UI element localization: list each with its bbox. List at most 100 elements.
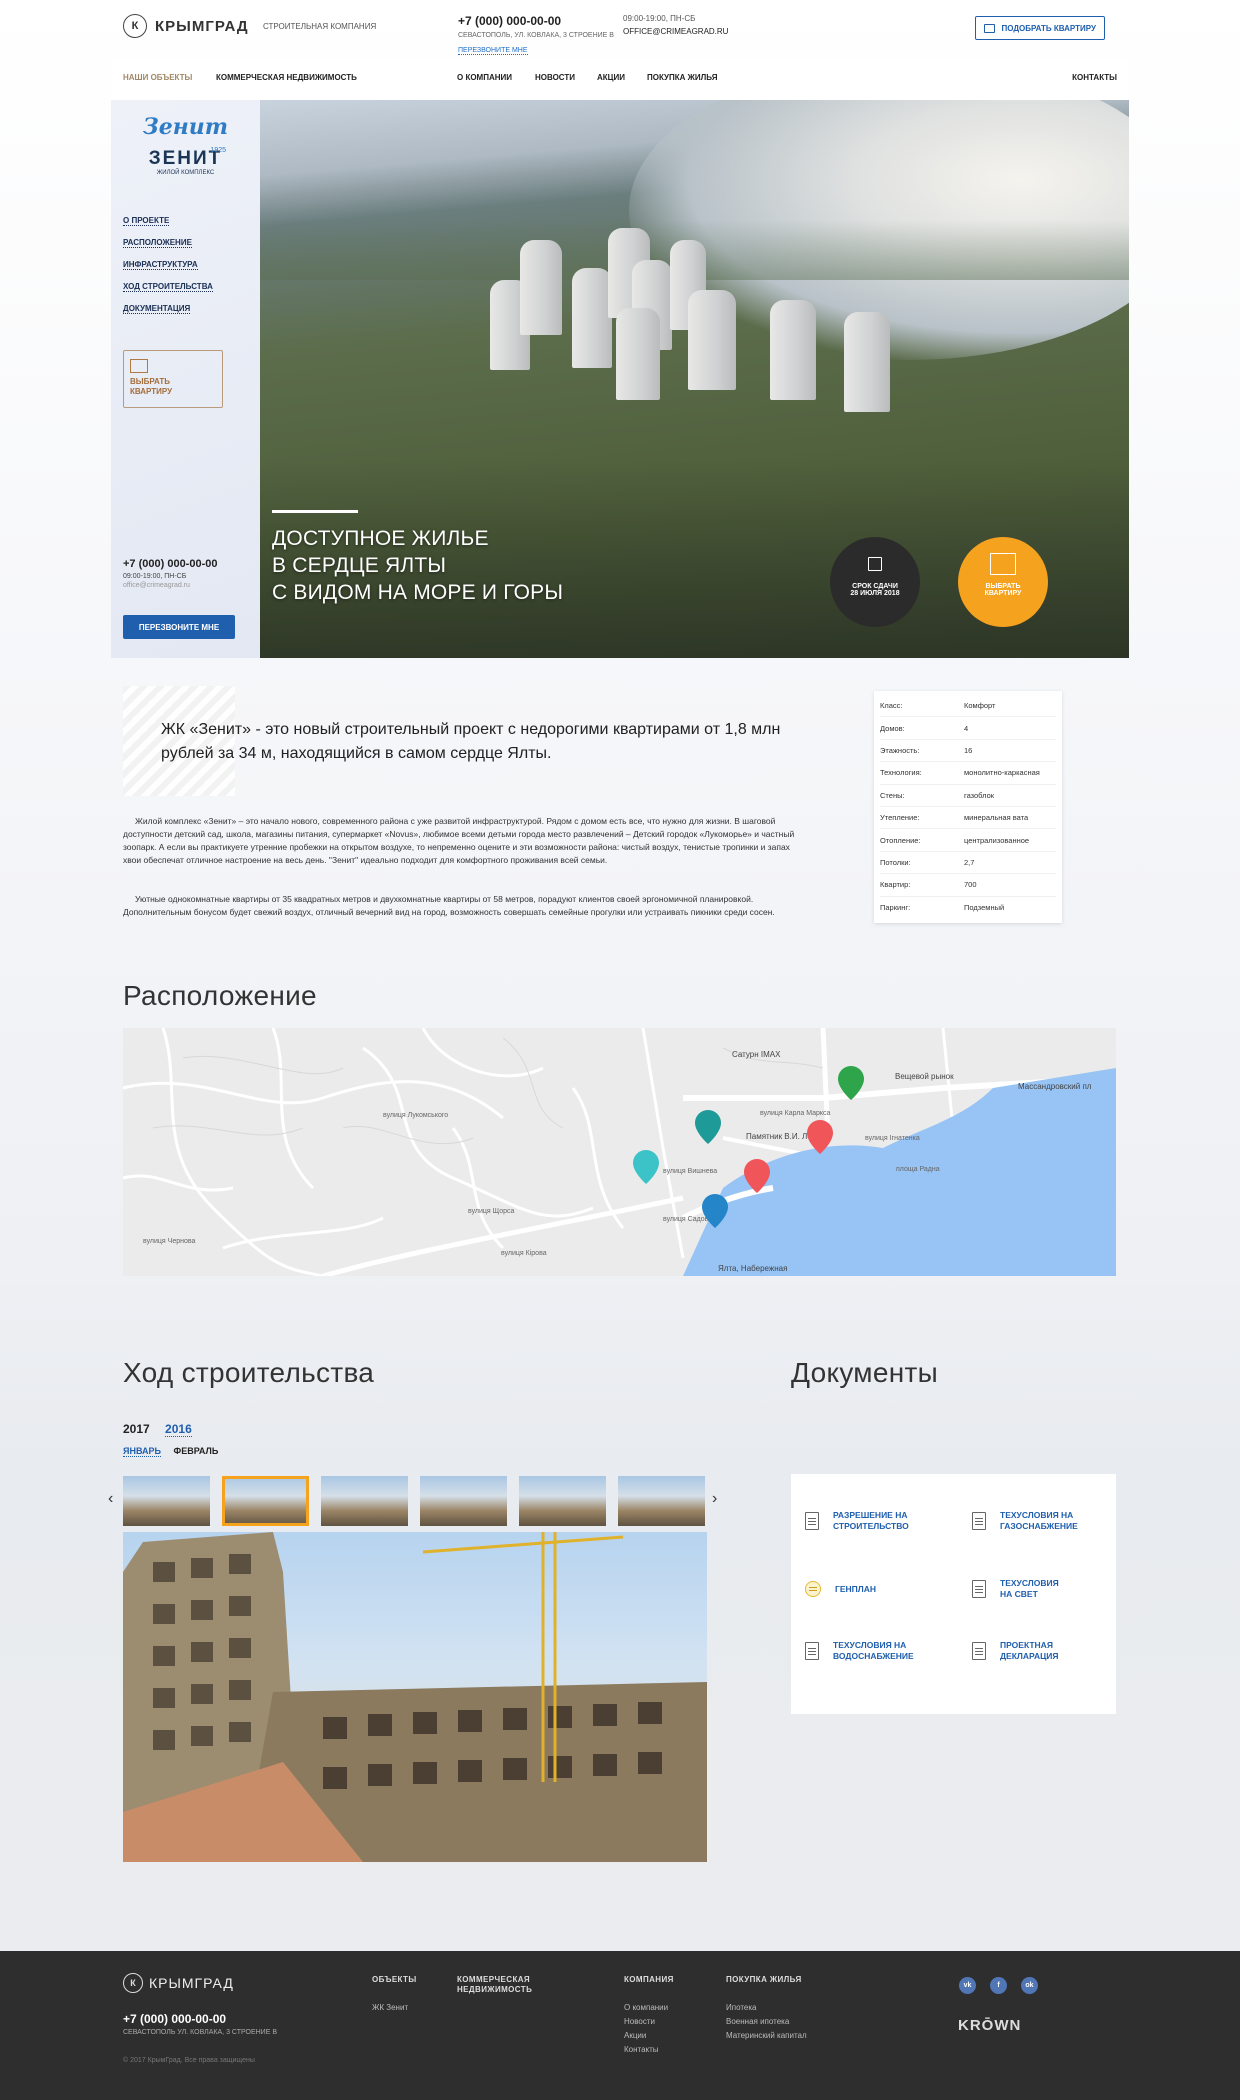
company-logo[interactable]: К КРЫМГРАД bbox=[123, 14, 249, 38]
side-email[interactable]: office@crimeagrad.ru bbox=[123, 582, 217, 589]
footer-col-heading[interactable]: КОМПАНИЯ bbox=[624, 1975, 674, 1985]
document-link-declaration[interactable]: ПРОЕКТНАЯ ДЕКЛАРАЦИЯ bbox=[972, 1640, 1059, 1662]
hero-choose-apartment-button[interactable]: ВЫБРАТЬ КВАРТИРУ bbox=[958, 537, 1048, 627]
header-phone[interactable]: +7 (000) 000-00-00 bbox=[458, 14, 614, 28]
nav-buy[interactable]: ПОКУПКА ЖИЛЬЯ bbox=[647, 73, 717, 82]
construction-thumbnail[interactable] bbox=[519, 1476, 606, 1526]
location-title: Расположение bbox=[123, 980, 317, 1011]
construction-title: Ход строительства bbox=[123, 1357, 375, 1388]
project-menu-documents[interactable]: ДОКУМЕНТАЦИЯ bbox=[123, 304, 191, 314]
nav-our-objects[interactable]: НАШИ ОБЪЕКТЫ bbox=[123, 73, 192, 82]
building-render bbox=[572, 268, 612, 368]
project-menu-construction[interactable]: ХОД СТРОИТЕЛЬСТВА bbox=[123, 282, 213, 292]
construction-thumbnail[interactable] bbox=[321, 1476, 408, 1526]
logo-emblem-icon: К bbox=[123, 1973, 143, 1993]
year-tab-2016[interactable]: 2016 bbox=[165, 1422, 192, 1437]
header-email[interactable]: OFFICE@CRIMEAGRAD.RU bbox=[623, 27, 728, 36]
document-label: ВОДОСНАБЖЕНИЕ bbox=[833, 1651, 914, 1661]
callback-link[interactable]: ПЕРЕЗВОНИТЕ МНЕ bbox=[458, 47, 528, 55]
top-header: К КРЫМГРАД СТРОИТЕЛЬНАЯ КОМПАНИЯ +7 (000… bbox=[123, 14, 1117, 56]
project-menu-infrastructure[interactable]: ИНФРАСТРУКТУРА bbox=[123, 260, 198, 270]
spec-value: монолитно-каркасная bbox=[964, 768, 1040, 778]
nav-news[interactable]: НОВОСТИ bbox=[535, 73, 575, 82]
document-link-permit[interactable]: РАЗРЕШЕНИЕ НА СТРОИТЕЛЬСТВО bbox=[805, 1510, 909, 1532]
document-link-water[interactable]: ТЕХУСЛОВИЯ НА ВОДОСНАБЖЕНИЕ bbox=[805, 1640, 914, 1662]
side-choose-apartment-button[interactable]: ВЫБРАТЬ КВАРТИРУ bbox=[123, 350, 223, 408]
hero-headline-bar bbox=[272, 510, 358, 513]
footer-link[interactable]: ЖК Зенит bbox=[372, 2003, 417, 2012]
facebook-icon[interactable]: f bbox=[990, 1977, 1007, 1994]
project-menu: О ПРОЕКТЕ РАСПОЛОЖЕНИЕ ИНФРАСТРУКТУРА ХО… bbox=[123, 216, 213, 326]
map-pin-red-icon[interactable] bbox=[807, 1120, 833, 1154]
vk-icon[interactable]: vk bbox=[959, 1977, 976, 1994]
footer-col-heading[interactable]: КОММЕРЧЕСКАЯ bbox=[457, 1975, 532, 1985]
map-pin-red-icon[interactable] bbox=[744, 1159, 770, 1193]
side-phone[interactable]: +7 (000) 000-00-00 bbox=[123, 558, 217, 570]
year-tab-2017[interactable]: 2017 bbox=[123, 1422, 150, 1436]
spec-value: 4 bbox=[964, 723, 969, 733]
construction-thumbnail[interactable] bbox=[618, 1476, 705, 1526]
spec-key: Домов: bbox=[880, 723, 905, 733]
nav-contacts[interactable]: КОНТАКТЫ bbox=[1072, 73, 1117, 82]
nav-actions[interactable]: АКЦИИ bbox=[597, 73, 625, 82]
map-pin-cyan-icon[interactable] bbox=[633, 1150, 659, 1184]
footer-link[interactable]: Ипотека bbox=[726, 2003, 807, 2012]
document-label: ПРОЕКТНАЯ bbox=[1000, 1640, 1053, 1650]
footer-logo[interactable]: К КРЫМГРАД bbox=[123, 1973, 234, 1993]
map-label: Памятник В.И. Ле bbox=[746, 1132, 812, 1141]
hero-headline: ДОСТУПНОЕ ЖИЛЬЕ В СЕРДЦЕ ЯЛТЫ С ВИДОМ НА… bbox=[272, 510, 563, 606]
document-icon bbox=[972, 1512, 986, 1530]
month-tab-january[interactable]: ЯНВАРЬ bbox=[123, 1446, 161, 1457]
document-icon bbox=[972, 1580, 986, 1598]
map-label: вулиця Чернова bbox=[143, 1238, 196, 1245]
construction-thumbnail[interactable] bbox=[123, 1476, 210, 1526]
footer-link[interactable]: Военная ипотека bbox=[726, 2017, 807, 2026]
footer-link[interactable]: Контакты bbox=[624, 2045, 674, 2054]
spec-key: Отопление: bbox=[880, 835, 921, 845]
documents-title: Документы bbox=[791, 1357, 939, 1388]
spec-value: централизованное bbox=[964, 835, 1030, 845]
spec-value: 700 bbox=[964, 880, 977, 890]
side-callback-button[interactable]: ПЕРЕЗВОНИТЕ МНЕ bbox=[123, 615, 235, 639]
location-map[interactable]: Сатурн IMAX Вещевой рынок Массандровский… bbox=[123, 1028, 1116, 1276]
hero-choose-line1: ВЫБРАТЬ bbox=[985, 583, 1021, 590]
nav-commercial[interactable]: КОММЕРЧЕСКАЯ НЕДВИЖИМОСТЬ bbox=[216, 73, 357, 82]
footer-link[interactable]: Материнский капитал bbox=[726, 2031, 807, 2040]
odnoklassniki-icon[interactable]: ok bbox=[1021, 1977, 1038, 1994]
side-choose-line1: ВЫБРАТЬ bbox=[130, 377, 171, 386]
footer-col-heading[interactable]: ОБЪЕКТЫ bbox=[372, 1975, 417, 1985]
document-link-gas[interactable]: ТЕХУСЛОВИЯ НА ГАЗОСНАБЖЕНИЕ bbox=[972, 1510, 1078, 1532]
footer-link[interactable]: О компании bbox=[624, 2003, 674, 2012]
footer-col-company: КОМПАНИЯ О компании Новости Акции Контак… bbox=[624, 1975, 674, 2059]
map-pin-blue-icon[interactable] bbox=[702, 1194, 728, 1228]
footer-link[interactable]: Новости bbox=[624, 2017, 674, 2026]
nav-about[interactable]: О КОМПАНИИ bbox=[457, 73, 512, 82]
construction-thumbnail-selected[interactable] bbox=[222, 1476, 309, 1526]
map-label: Сатурн IMAX bbox=[732, 1050, 781, 1059]
thumbs-next-arrow-icon[interactable]: › bbox=[712, 1490, 717, 1508]
footer-phone[interactable]: +7 (000) 000-00-00 bbox=[123, 2012, 226, 2026]
month-tab-february[interactable]: ФЕВРАЛЬ bbox=[174, 1446, 219, 1456]
map-pin-green-icon[interactable] bbox=[838, 1066, 864, 1100]
document-label: ДЕКЛАРАЦИЯ bbox=[1000, 1651, 1059, 1661]
hero-line-2: В СЕРДЦЕ ЯЛТЫ bbox=[272, 554, 447, 577]
pick-apartment-button[interactable]: ПОДОБРАТЬ КВАРТИРУ bbox=[975, 16, 1105, 40]
project-menu-location[interactable]: РАСПОЛОЖЕНИЕ bbox=[123, 238, 192, 248]
construction-photo-drawing bbox=[123, 1532, 707, 1862]
construction-thumbnail[interactable] bbox=[420, 1476, 507, 1526]
spec-row: Квартир: 700 bbox=[880, 874, 1056, 897]
thumbs-prev-arrow-icon[interactable]: ‹ bbox=[108, 1490, 113, 1508]
map-pin-teal-icon[interactable] bbox=[695, 1110, 721, 1144]
footer-col-commercial: КОММЕРЧЕСКАЯ НЕДВИЖИМОСТЬ bbox=[457, 1975, 532, 2013]
hero-choose-line2: КВАРТИРУ bbox=[984, 590, 1022, 597]
footer-col-heading[interactable]: НЕДВИЖИМОСТЬ bbox=[457, 1985, 532, 1995]
krown-logo[interactable]: KRŌWN bbox=[958, 2017, 1021, 2034]
document-link-masterplan[interactable]: ГЕНПЛАН bbox=[805, 1581, 876, 1597]
footer-link[interactable]: Акции bbox=[624, 2031, 674, 2040]
hero-photo: ДОСТУПНОЕ ЖИЛЬЕ В СЕРДЦЕ ЯЛТЫ С ВИДОМ НА… bbox=[260, 100, 1129, 658]
map-label: Массандровский пл bbox=[1018, 1082, 1092, 1091]
footer-col-heading[interactable]: ПОКУПКА ЖИЛЬЯ bbox=[726, 1975, 807, 1985]
zenit-logo[interactable]: Зенит 1925 ЗЕНИТ ЖИЛОЙ КОМПЛЕКС bbox=[133, 114, 238, 199]
project-menu-about[interactable]: О ПРОЕКТЕ bbox=[123, 216, 170, 226]
document-link-electricity[interactable]: ТЕХУСЛОВИЯ НА СВЕТ bbox=[972, 1578, 1059, 1600]
